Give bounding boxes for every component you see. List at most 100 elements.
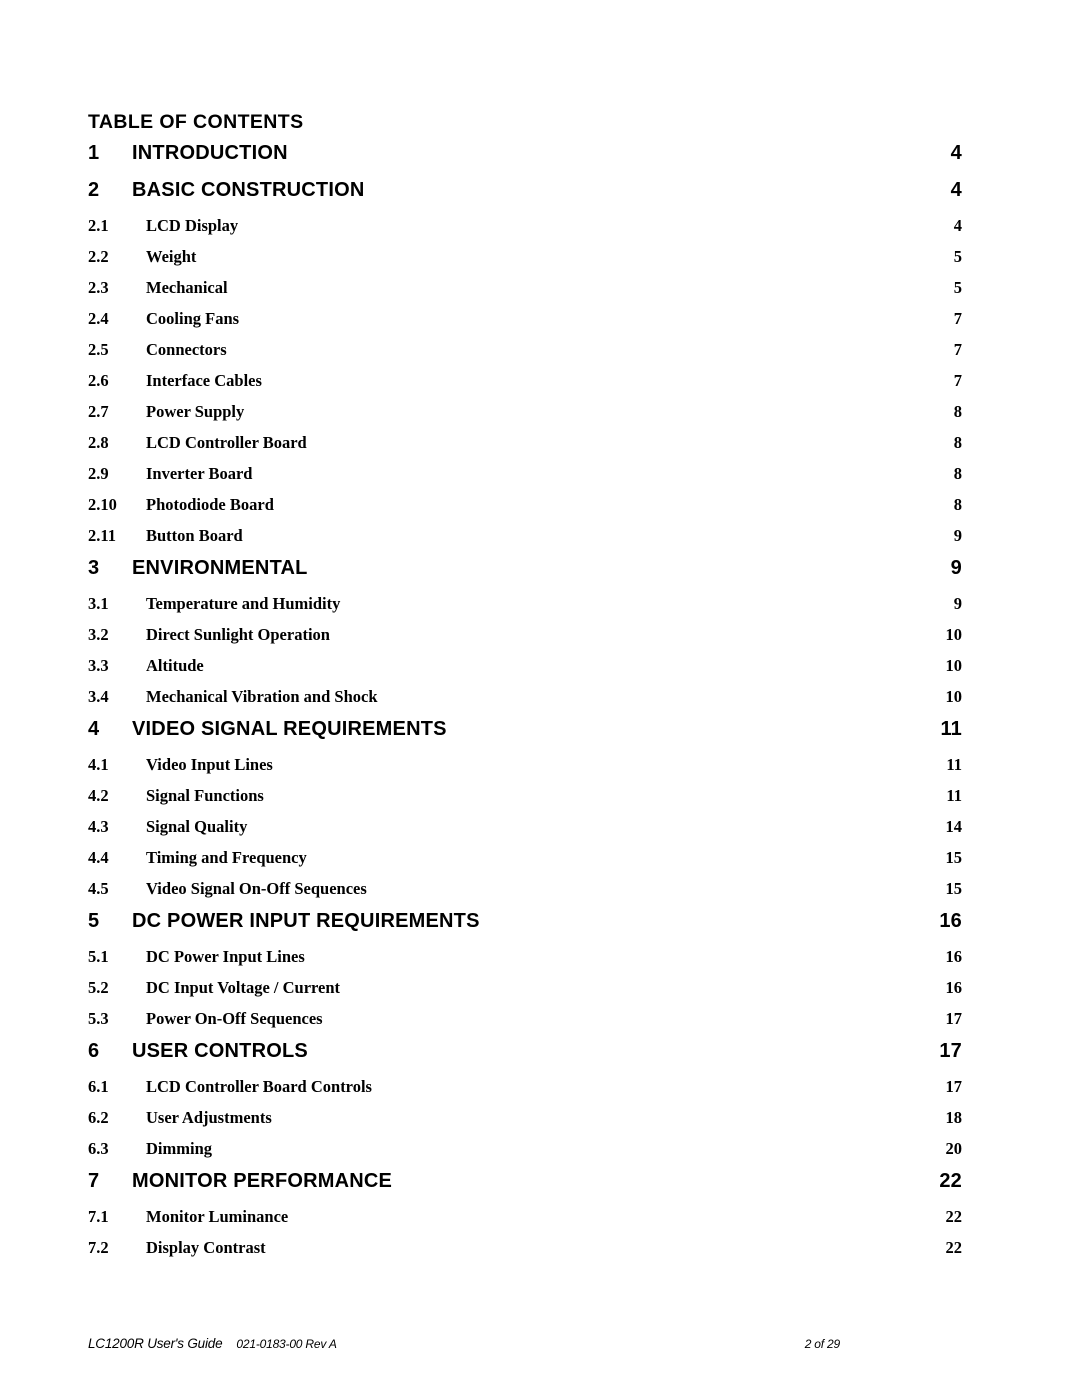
toc-entry[interactable]: 2.2 Weight 5 xyxy=(88,247,962,278)
toc-entry[interactable]: 4.3 Signal Quality 14 xyxy=(88,817,962,848)
toc-entry-number: 6.3 xyxy=(88,1139,109,1158)
toc-entry-page-number: 4 xyxy=(953,216,962,235)
toc-entry[interactable]: 7.2 Display Contrast 22 xyxy=(88,1238,962,1269)
document-page: TABLE OF CONTENTS 1 INTRODUCTION 4 2 BASIC C… xyxy=(0,0,1080,1397)
toc-entry-page-number: 8 xyxy=(953,433,962,452)
toc-entry[interactable]: 7 MONITOR PERFORMANCE 22 xyxy=(88,1170,962,1207)
toc-entry[interactable]: 4.5 Video Signal On-Off Sequences 15 xyxy=(88,879,962,910)
toc-entry[interactable]: 5.2 DC Input Voltage / Current 16 xyxy=(88,978,962,1009)
toc-entry[interactable]: 2.6 Interface Cables 7 xyxy=(88,371,962,402)
toc-entry-title: Mechanical xyxy=(146,278,228,297)
toc-entry[interactable]: 3.4 Mechanical Vibration and Shock 10 xyxy=(88,687,962,718)
toc-entry-number: 2.9 xyxy=(88,464,109,483)
toc-entry[interactable]: 5.1 DC Power Input Lines 16 xyxy=(88,947,962,978)
toc-entry[interactable]: 2.9 Inverter Board 8 xyxy=(88,464,962,495)
toc-entry[interactable]: 4.1 Video Input Lines 11 xyxy=(88,755,962,786)
toc-entry-title: Display Contrast xyxy=(146,1238,266,1257)
toc-entry-page-number: 11 xyxy=(940,718,962,740)
toc-entry-page-number: 11 xyxy=(946,755,962,774)
toc-entry[interactable]: 1 INTRODUCTION 4 xyxy=(88,142,962,179)
toc-entry[interactable]: 2.11 Button Board 9 xyxy=(88,526,962,557)
toc-entry-number: 2.11 xyxy=(88,526,116,545)
toc-entry[interactable]: 2.4 Cooling Fans 7 xyxy=(88,309,962,340)
footer-page-indicator: 2 of 29 xyxy=(804,1337,841,1351)
toc-entry[interactable]: 3 ENVIRONMENTAL 9 xyxy=(88,557,962,594)
toc-entry[interactable]: 2.1 LCD Display 4 xyxy=(88,216,962,247)
toc-entry[interactable]: 2.10 Photodiode Board 8 xyxy=(88,495,962,526)
toc-entry-number: 5.3 xyxy=(88,1009,109,1028)
toc-entry-title: Dimming xyxy=(146,1139,212,1158)
toc-entry[interactable]: 7.1 Monitor Luminance 22 xyxy=(88,1207,962,1238)
toc-entry-title: VIDEO SIGNAL REQUIREMENTS xyxy=(132,718,447,740)
toc-entry-page-number: 22 xyxy=(945,1207,963,1226)
toc-entry-title: Temperature and Humidity xyxy=(146,594,341,613)
toc-entry-title: Direct Sunlight Operation xyxy=(146,625,330,644)
toc-entry-page-number: 8 xyxy=(953,495,962,514)
toc-entry-page-number: 15 xyxy=(945,848,963,867)
toc-entry[interactable]: 2.3 Mechanical 5 xyxy=(88,278,962,309)
toc-entry-number: 2.6 xyxy=(88,371,109,390)
toc-entry[interactable]: 4.2 Signal Functions 11 xyxy=(88,786,962,817)
toc-entry-list: 1 INTRODUCTION 4 2 BASIC CONSTRUCTION 4 2.1 LCD… xyxy=(88,142,962,1269)
toc-entry-number: 2.10 xyxy=(88,495,117,514)
toc-entry-page-number: 7 xyxy=(953,340,962,359)
toc-entry[interactable]: 6 USER CONTROLS 17 xyxy=(88,1040,962,1077)
toc-entry-number: 2.3 xyxy=(88,278,109,297)
toc-entry[interactable]: 3.2 Direct Sunlight Operation 10 xyxy=(88,625,962,656)
toc-entry-title: MONITOR PERFORMANCE xyxy=(132,1170,393,1192)
toc-entry-page-number: 16 xyxy=(939,910,962,932)
toc-entry[interactable]: 2.5 Connectors 7 xyxy=(88,340,962,371)
toc-entry-page-number: 5 xyxy=(953,278,962,297)
toc-entry-page-number: 9 xyxy=(950,557,962,579)
toc-entry-number: 3 xyxy=(88,557,100,579)
toc-entry-page-number: 16 xyxy=(945,978,963,997)
toc-entry-title: Weight xyxy=(146,247,197,266)
toc-entry-number: 4.4 xyxy=(88,848,109,867)
toc-entry-title: ENVIRONMENTAL xyxy=(132,557,308,579)
toc-entry-number: 5.2 xyxy=(88,978,109,997)
toc-entry-number: 2.5 xyxy=(88,340,109,359)
toc-entry-page-number: 4 xyxy=(950,179,962,201)
toc-entry-page-number: 10 xyxy=(945,656,963,675)
toc-entry[interactable]: 6.1 LCD Controller Board Controls 17 xyxy=(88,1077,962,1108)
toc-entry-number: 2.4 xyxy=(88,309,109,328)
toc-entry-number: 4 xyxy=(88,718,100,740)
footer-document-title: LC1200R User's Guide xyxy=(88,1336,223,1351)
toc-entry-page-number: 17 xyxy=(939,1040,962,1062)
toc-entry[interactable]: 5.3 Power On-Off Sequences 17 xyxy=(88,1009,962,1040)
toc-entry-page-number: 9 xyxy=(953,526,962,545)
footer-part-number: 021-0183-00 Rev A xyxy=(236,1337,337,1351)
toc-entry[interactable]: 6.2 User Adjustments 18 xyxy=(88,1108,962,1139)
toc-entry-number: 3.4 xyxy=(88,687,109,706)
toc-entry[interactable]: 2.8 LCD Controller Board 8 xyxy=(88,433,962,464)
toc-entry[interactable]: 4 VIDEO SIGNAL REQUIREMENTS 11 xyxy=(88,718,962,755)
toc-entry-number: 5.1 xyxy=(88,947,109,966)
toc-entry-title: Inverter Board xyxy=(146,464,253,483)
toc-entry[interactable]: 2 BASIC CONSTRUCTION 4 xyxy=(88,179,962,216)
toc-entry-page-number: 8 xyxy=(953,402,962,421)
toc-entry-number: 2.7 xyxy=(88,402,109,421)
toc-entry-title: Timing and Frequency xyxy=(146,848,307,867)
toc-entry[interactable]: 5 DC POWER INPUT REQUIREMENTS 16 xyxy=(88,910,962,947)
toc-entry[interactable]: 2.7 Power Supply 8 xyxy=(88,402,962,433)
toc-entry-page-number: 8 xyxy=(953,464,962,483)
toc-entry-number: 4.2 xyxy=(88,786,109,805)
toc-entry-title: LCD Controller Board xyxy=(146,433,307,452)
toc-entry[interactable]: 3.1 Temperature and Humidity 9 xyxy=(88,594,962,625)
toc-entry-title: Power Supply xyxy=(146,402,245,421)
toc-entry-number: 2.1 xyxy=(88,216,109,235)
toc-entry-page-number: 22 xyxy=(945,1238,963,1257)
toc-entry-page-number: 5 xyxy=(953,247,962,266)
toc-entry-page-number: 14 xyxy=(945,817,963,836)
toc-entry-title: Monitor Luminance xyxy=(146,1207,289,1226)
toc-entry-page-number: 15 xyxy=(945,879,963,898)
toc-entry[interactable]: 4.4 Timing and Frequency 15 xyxy=(88,848,962,879)
toc-entry[interactable]: 6.3 Dimming 20 xyxy=(88,1139,962,1170)
toc-entry-number: 2 xyxy=(88,179,100,201)
toc-entry[interactable]: 3.3 Altitude 10 xyxy=(88,656,962,687)
toc-entry-title: INTRODUCTION xyxy=(132,142,288,164)
toc-entry-number: 6.2 xyxy=(88,1108,109,1127)
toc-entry-number: 7.2 xyxy=(88,1238,109,1257)
toc-entry-page-number: 16 xyxy=(945,947,963,966)
toc-entry-page-number: 9 xyxy=(953,594,962,613)
